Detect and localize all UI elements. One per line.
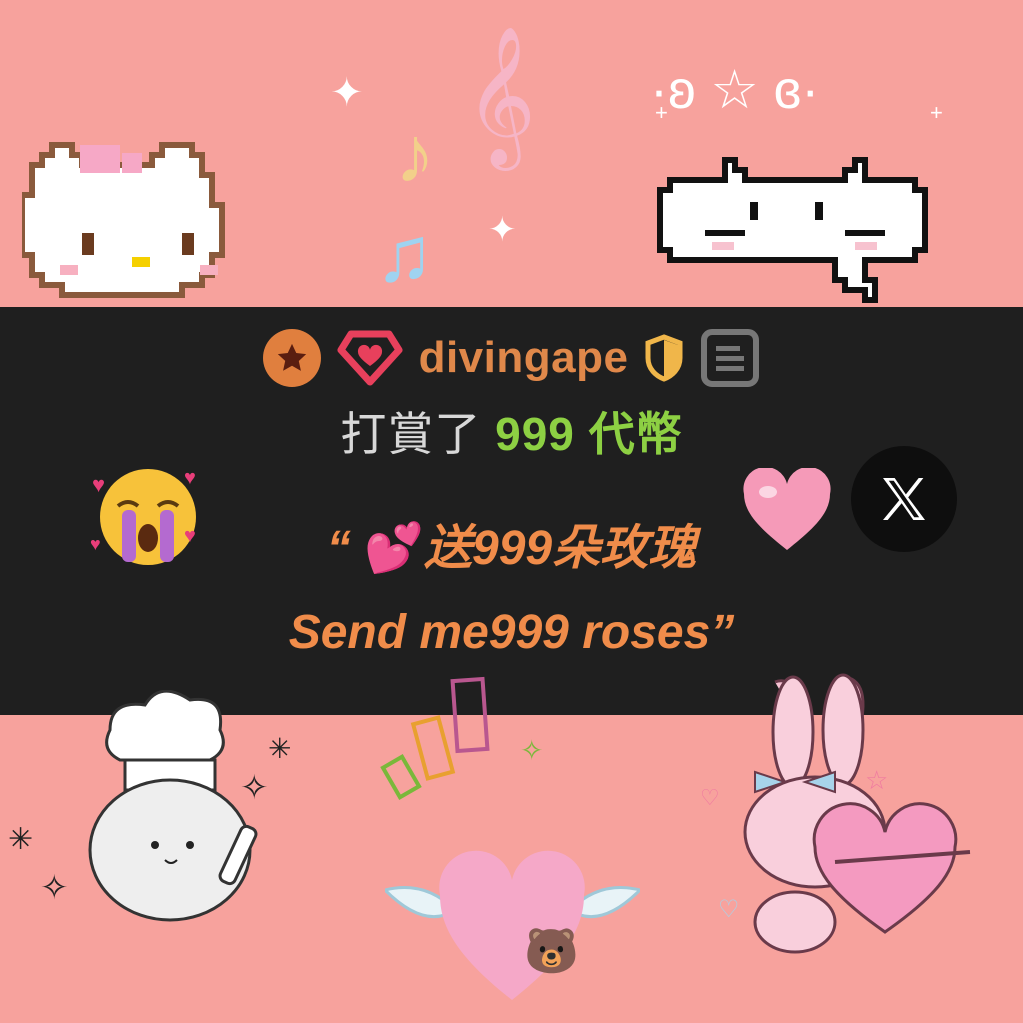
sparkle-icon: ✧: [240, 769, 269, 807]
sparkle-icon: +: [655, 100, 668, 125]
sparkle-icon: ✳: [268, 733, 292, 764]
bunny-heart-sticker: [743, 673, 971, 954]
card-icon[interactable]: [700, 328, 760, 388]
excitement-marks-icon: ✧: [380, 676, 543, 800]
crying-face-icon: ♥ ♥ ♥ ♥: [90, 467, 196, 565]
username[interactable]: divingape: [419, 333, 629, 383]
pixel-cat-bubble-sticker: [657, 157, 928, 303]
sparkle-icon: ✦: [330, 71, 364, 115]
svg-text:♥: ♥: [184, 525, 196, 547]
music-note-icon: ♪: [395, 110, 435, 199]
sparkle-icon: ✧: [40, 869, 69, 907]
open-quote: “: [326, 522, 351, 575]
tip-prefix: 打賞了: [340, 408, 482, 460]
pixel-kitty-sticker: [22, 142, 225, 298]
message-line-2: Send me999 roses”: [288, 606, 735, 659]
sparkle-icon: ✦: [488, 211, 517, 249]
sparkle-icon: +: [930, 100, 943, 125]
pink-heart-icon: [743, 468, 831, 550]
diamond-heart-icon: [337, 330, 403, 386]
svg-text:✧: ✧: [520, 735, 543, 766]
bear-face-icon: 🐻: [524, 927, 579, 976]
winged-heart-icon: [385, 850, 640, 1000]
star-icon: ☆: [865, 765, 889, 795]
shield-icon: [645, 334, 683, 382]
heart-icon: ♡: [700, 785, 720, 810]
sparkle-icon: ✳: [8, 823, 34, 856]
user-row: divingape: [0, 325, 1023, 391]
tip-amount: 999: [495, 408, 575, 460]
svg-text:♥: ♥: [92, 472, 105, 497]
chef-cat-sticker: [88, 690, 258, 922]
kaomoji-text: ·ʚ ☆ ɞ·: [650, 60, 820, 120]
x-share-button[interactable]: [851, 446, 957, 552]
star-badge-icon: [262, 329, 321, 387]
svg-text:♥: ♥: [90, 534, 101, 554]
x-logo-icon: [883, 478, 925, 520]
heart-icon: ♡: [718, 896, 740, 923]
two-hearts-icon: 💕: [364, 522, 424, 575]
message-chinese: 送999朵玫瑰: [424, 522, 697, 575]
treble-clef-icon: 𝄞: [465, 28, 536, 162]
tip-currency: 代幣: [588, 408, 683, 460]
tip-line: 打賞了 999 代幣: [0, 398, 1023, 464]
music-note-icon: ♫: [375, 210, 434, 298]
svg-text:♥: ♥: [184, 467, 196, 489]
